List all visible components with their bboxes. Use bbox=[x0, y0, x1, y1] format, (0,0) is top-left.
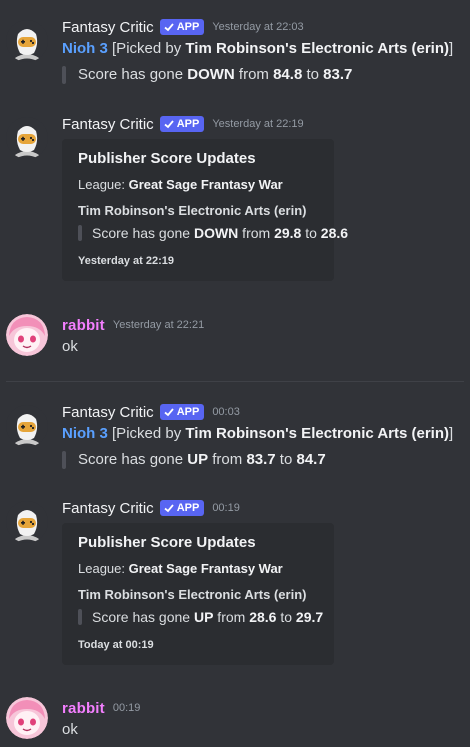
old-score: 28.6 bbox=[249, 609, 277, 625]
publisher-name: Tim Robinson's Electronic Arts (erin) bbox=[185, 40, 449, 57]
fantasy-critic-avatar-icon[interactable] bbox=[6, 20, 48, 62]
new-score: 83.7 bbox=[323, 66, 353, 83]
message-feed: Fantasy Critic APP Yesterday at 22:03 Ni… bbox=[0, 0, 470, 747]
app-badge: APP bbox=[159, 116, 205, 132]
message-text: ok bbox=[62, 721, 78, 738]
new-score: 29.7 bbox=[295, 609, 324, 625]
score-change-quote: Score has gone UP from 83.7 to 84.7 bbox=[62, 449, 464, 471]
score-direction: UP bbox=[193, 609, 214, 625]
old-score: 29.8 bbox=[274, 225, 302, 241]
publisher-field: Tim Robinson's Electronic Arts (erin) bbox=[78, 203, 307, 218]
timestamp[interactable]: Yesterday at 22:03 bbox=[212, 21, 303, 33]
author-name[interactable]: Fantasy Critic bbox=[62, 19, 154, 36]
checkmark-icon bbox=[164, 23, 174, 32]
embed-footer-timestamp: Today at 00:19 bbox=[78, 639, 154, 651]
pick-line: Nioh 3 [Picked by Tim Robinson's Electro… bbox=[62, 40, 454, 57]
league-name: Great Sage Frantasy War bbox=[128, 561, 283, 576]
embed-footer-timestamp: Yesterday at 22:19 bbox=[78, 255, 175, 267]
author-name[interactable]: Fantasy Critic bbox=[62, 500, 154, 517]
game-link[interactable]: Nioh 3 bbox=[62, 40, 108, 57]
timestamp[interactable]: 00:03 bbox=[212, 406, 240, 418]
embed-title: Publisher Score Updates bbox=[78, 150, 256, 167]
app-badge: APP bbox=[159, 500, 205, 516]
author-name[interactable]: Fantasy Critic bbox=[62, 404, 154, 421]
publisher-field: Tim Robinson's Electronic Arts (erin) bbox=[78, 587, 307, 602]
score-change-quote: Score has gone UP from 28.6 to 29.7 bbox=[78, 607, 324, 627]
game-link[interactable]: Nioh 3 bbox=[62, 425, 108, 442]
author-name[interactable]: rabbit bbox=[62, 700, 105, 717]
embed-card: Publisher Score Updates League: Great Sa… bbox=[62, 523, 334, 665]
timestamp[interactable]: Yesterday at 22:19 bbox=[212, 118, 303, 130]
timestamp[interactable]: Yesterday at 22:21 bbox=[113, 319, 204, 331]
app-badge: APP bbox=[159, 19, 205, 35]
score-direction: DOWN bbox=[187, 66, 235, 83]
timestamp[interactable]: 00:19 bbox=[212, 502, 240, 514]
score-change-quote: Score has gone DOWN from 84.8 to 83.7 bbox=[62, 64, 464, 86]
embed-card: Publisher Score Updates League: Great Sa… bbox=[62, 139, 348, 281]
fantasy-critic-avatar-icon[interactable] bbox=[6, 405, 48, 447]
league-field: League: Great Sage Frantasy War bbox=[78, 177, 283, 192]
embed-title: Publisher Score Updates bbox=[78, 534, 256, 551]
league-field: League: Great Sage Frantasy War bbox=[78, 561, 283, 576]
author-name[interactable]: rabbit bbox=[62, 317, 105, 334]
league-name: Great Sage Frantasy War bbox=[128, 177, 283, 192]
rabbit-avatar-icon[interactable] bbox=[6, 697, 48, 739]
new-score: 28.6 bbox=[320, 225, 349, 241]
new-day-divider bbox=[6, 381, 464, 382]
checkmark-icon bbox=[164, 504, 174, 513]
checkmark-icon bbox=[164, 120, 174, 129]
new-score: 84.7 bbox=[296, 451, 326, 468]
author-name[interactable]: Fantasy Critic bbox=[62, 116, 154, 133]
fantasy-critic-avatar-icon[interactable] bbox=[6, 501, 48, 543]
publisher-name: Tim Robinson's Electronic Arts (erin) bbox=[185, 425, 449, 442]
app-badge: APP bbox=[159, 404, 205, 420]
message-text: ok bbox=[62, 338, 78, 355]
old-score: 83.7 bbox=[246, 451, 276, 468]
score-change-quote: Score has gone DOWN from 29.8 to 28.6 bbox=[78, 223, 348, 243]
score-direction: DOWN bbox=[193, 225, 239, 241]
rabbit-avatar-icon[interactable] bbox=[6, 314, 48, 356]
old-score: 84.8 bbox=[273, 66, 303, 83]
fantasy-critic-avatar-icon[interactable] bbox=[6, 117, 48, 159]
timestamp[interactable]: 00:19 bbox=[113, 702, 141, 714]
pick-line: Nioh 3 [Picked by Tim Robinson's Electro… bbox=[62, 425, 454, 442]
score-direction: UP bbox=[187, 451, 209, 468]
checkmark-icon bbox=[164, 408, 174, 417]
